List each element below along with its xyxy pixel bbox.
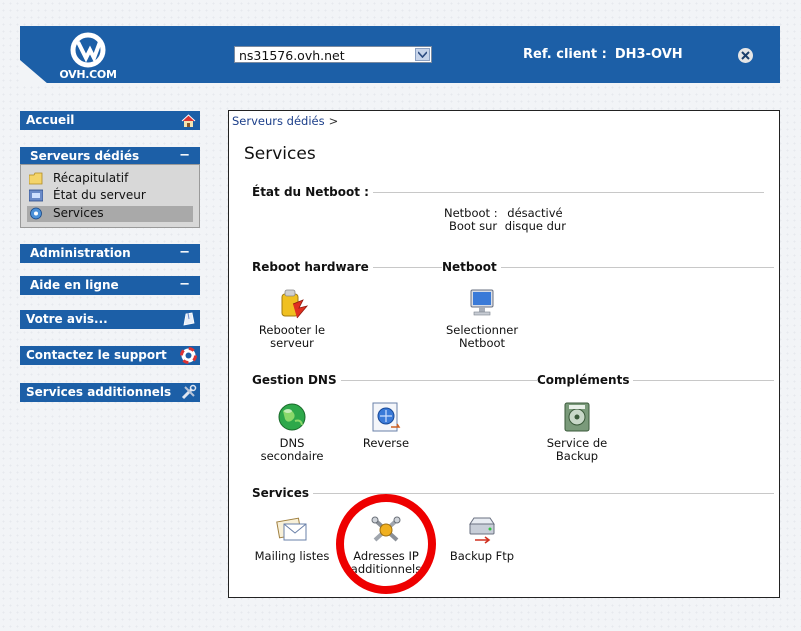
service-backup-label-2: Backup bbox=[555, 449, 599, 463]
dns-secondaire-label-2: secondaire bbox=[260, 449, 324, 463]
logo-text: OVH.COM bbox=[59, 68, 117, 81]
section-title-complements: Compléments bbox=[537, 373, 634, 387]
reverse-dns-icon bbox=[372, 402, 401, 432]
netboot-label: Netboot : bbox=[444, 206, 498, 220]
monitor-icon bbox=[470, 289, 494, 316]
select-netboot-label-2: Netboot bbox=[458, 336, 506, 350]
mailing-listes-label: Mailing listes bbox=[254, 549, 330, 563]
folder-icon bbox=[29, 172, 43, 185]
section-title-services: Services bbox=[252, 486, 314, 500]
home-icon bbox=[181, 114, 196, 127]
header-corner bbox=[20, 60, 48, 84]
nav-votre-avis-label: Votre avis... bbox=[26, 312, 108, 326]
feedback-icon bbox=[183, 312, 195, 326]
ref-client: Ref. client : DH3-OVH bbox=[523, 47, 683, 62]
dns-secondaire-button[interactable]: DNS secondaire bbox=[252, 401, 332, 463]
breadcrumb-link-serveurs-dedies[interactable]: Serveurs dédiés bbox=[232, 114, 325, 128]
page-title: Services bbox=[244, 144, 316, 164]
nav-contactez-support-label: Contactez le support bbox=[26, 348, 167, 362]
service-backup-button[interactable]: Service de Backup bbox=[537, 401, 617, 463]
boot-status-row: Boot sur disque dur bbox=[449, 219, 566, 233]
section-title-etat-netboot: État du Netboot : bbox=[252, 185, 373, 199]
backup-disk-icon bbox=[564, 402, 590, 432]
section-title-netboot: Netboot bbox=[442, 260, 501, 274]
nav-serveurs-dedies-label: Serveurs dédiés bbox=[30, 149, 140, 163]
nav-aide-en-ligne[interactable]: Aide en ligne − bbox=[20, 276, 200, 295]
select-netboot-button[interactable]: Selectionner Netboot bbox=[440, 288, 524, 350]
section-divider bbox=[252, 493, 774, 494]
globe-icon bbox=[278, 403, 306, 431]
mail-icon bbox=[276, 517, 307, 541]
nav-accueil-label: Accueil bbox=[26, 113, 75, 127]
nav-services-additionnels-label: Services additionnels bbox=[26, 385, 172, 399]
serveurs-subpanel: Récapitulatif État du serveur Services bbox=[20, 164, 200, 228]
highlight-circle bbox=[336, 494, 436, 594]
boot-label: Boot sur bbox=[449, 219, 498, 233]
nav-contactez-support[interactable]: Contactez le support bbox=[20, 346, 200, 365]
sidebar-item-services[interactable]: Services bbox=[27, 206, 193, 222]
breadcrumb: Serveurs dédiés > bbox=[232, 114, 338, 128]
sidebar-item-etat-serveur[interactable]: État du serveur bbox=[27, 188, 193, 204]
nav-administration[interactable]: Administration − bbox=[20, 244, 200, 263]
sidebar-item-label: Récapitulatif bbox=[53, 171, 129, 185]
nav-accueil[interactable]: Accueil bbox=[20, 111, 200, 130]
chevron-down-icon[interactable] bbox=[415, 48, 430, 61]
dns-secondaire-label-1: DNS bbox=[279, 436, 305, 450]
ref-client-label: Ref. client : bbox=[523, 47, 607, 62]
nav-aide-en-ligne-label: Aide en ligne bbox=[30, 278, 119, 292]
reverse-label: Reverse bbox=[362, 436, 410, 450]
hard-drive-icon bbox=[469, 517, 495, 544]
collapse-icon[interactable]: − bbox=[179, 277, 190, 292]
reboot-server-label-2: serveur bbox=[270, 336, 314, 350]
reboot-server-label-1: Rebooter le bbox=[258, 323, 326, 337]
nav-administration-label: Administration bbox=[30, 246, 131, 260]
netboot-value: désactivé bbox=[507, 206, 563, 220]
breadcrumb-separator: > bbox=[328, 114, 339, 128]
backup-ftp-label: Backup Ftp bbox=[449, 549, 515, 563]
reverse-button[interactable]: Reverse bbox=[356, 401, 416, 450]
backup-ftp-button[interactable]: Backup Ftp bbox=[446, 514, 518, 563]
section-title-reboot-hardware: Reboot hardware bbox=[252, 260, 373, 274]
collapse-icon[interactable]: − bbox=[179, 148, 190, 163]
sidebar-item-label: État du serveur bbox=[53, 188, 146, 202]
server-status-icon bbox=[29, 189, 43, 202]
reboot-server-button[interactable]: Rebooter le serveur bbox=[252, 288, 332, 350]
mailing-listes-button[interactable]: Mailing listes bbox=[252, 514, 332, 563]
sidebar-item-label: Services bbox=[53, 206, 104, 220]
service-backup-label-1: Service de bbox=[546, 436, 608, 450]
sidebar-item-recapitulatif[interactable]: Récapitulatif bbox=[27, 171, 193, 187]
netboot-status-row: Netboot : désactivé bbox=[444, 206, 563, 220]
nav-votre-avis[interactable]: Votre avis... bbox=[20, 310, 200, 329]
lifebuoy-icon bbox=[180, 347, 197, 364]
close-icon[interactable] bbox=[738, 48, 753, 63]
services-icon bbox=[30, 207, 42, 220]
boot-value: disque dur bbox=[504, 219, 566, 233]
nav-services-additionnels[interactable]: Services additionnels bbox=[20, 383, 200, 402]
reboot-icon bbox=[281, 289, 309, 319]
ref-client-value: DH3-OVH bbox=[614, 47, 683, 62]
select-netboot-label-1: Selectionner bbox=[445, 323, 519, 337]
server-select-value: ns31576.ovh.net bbox=[239, 48, 345, 63]
server-select[interactable]: ns31576.ovh.net bbox=[234, 46, 432, 63]
tools-icon bbox=[181, 384, 197, 400]
section-title-gestion-dns: Gestion DNS bbox=[252, 373, 341, 387]
collapse-icon[interactable]: − bbox=[179, 245, 190, 260]
